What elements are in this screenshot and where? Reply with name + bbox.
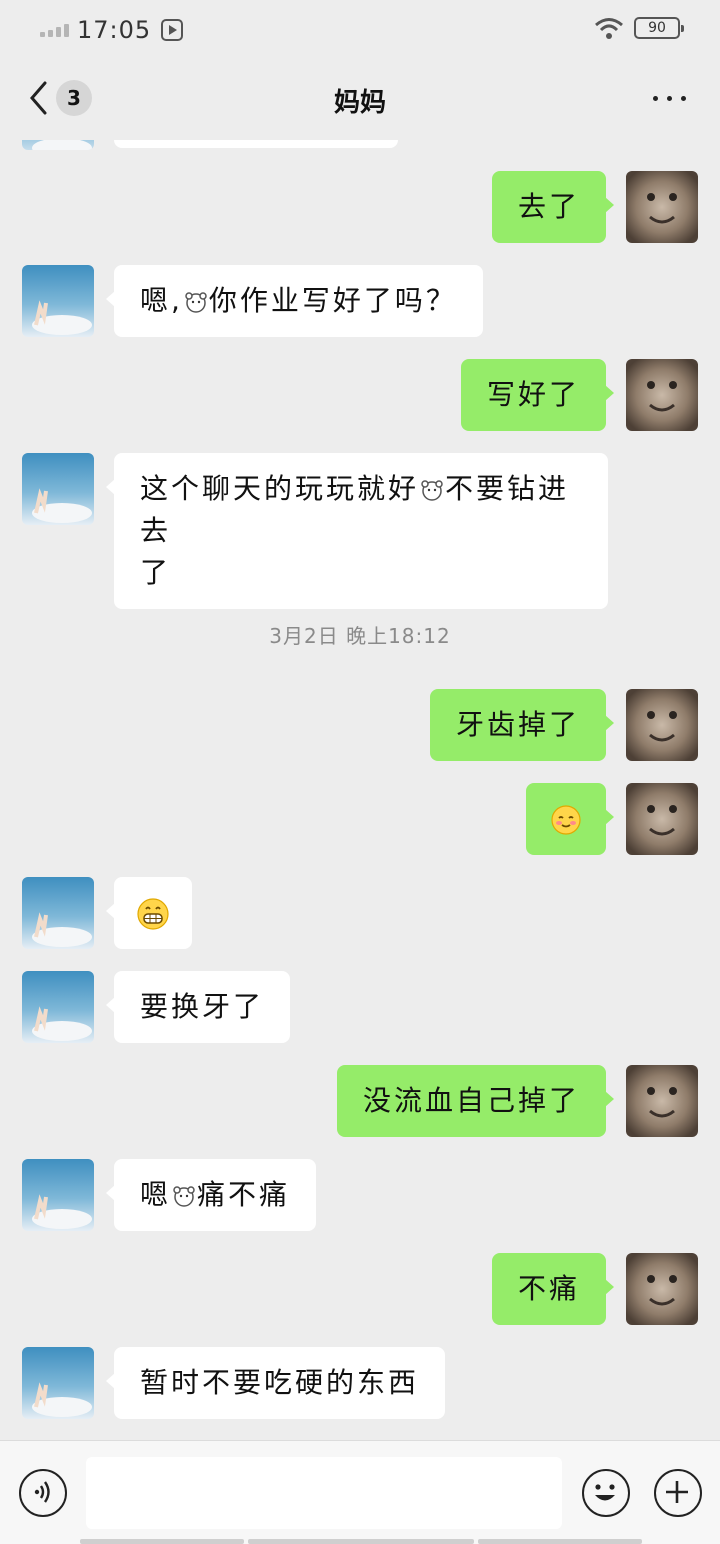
user-avatar[interactable] bbox=[626, 171, 698, 243]
contact-avatar[interactable] bbox=[22, 140, 94, 150]
sent-message-bubble[interactable] bbox=[526, 783, 614, 855]
message-list[interactable]: 去了 嗯, 你作业写好了吗？ 写好了 这个聊天的玩玩就好 不要钻进去了 3月2日 晚… bbox=[0, 140, 720, 1440]
received-message-bubble[interactable]: 嗯, 你作业写好了吗？ bbox=[106, 265, 483, 337]
contact-avatar[interactable] bbox=[22, 971, 94, 1043]
status-time: 17:05 bbox=[77, 16, 152, 44]
contact-avatar[interactable] bbox=[22, 1159, 94, 1231]
play-icon bbox=[161, 19, 184, 41]
user-avatar[interactable] bbox=[626, 689, 698, 761]
blush-emoji-icon bbox=[551, 805, 581, 835]
received-message-bubble[interactable]: 要换牙了 bbox=[105, 971, 291, 1043]
more-dots-icon bbox=[653, 96, 658, 101]
signal-icon bbox=[40, 23, 69, 37]
status-bar: 17:05 90 bbox=[0, 0, 720, 60]
bear-emoji-icon bbox=[173, 1186, 195, 1207]
more-button[interactable] bbox=[653, 96, 686, 101]
back-button[interactable]: 3 bbox=[28, 80, 92, 116]
bear-emoji-icon bbox=[185, 292, 207, 313]
sent-message-bubble[interactable]: 写好了 bbox=[460, 359, 615, 431]
emoji-button[interactable] bbox=[582, 1469, 630, 1517]
bear-emoji-icon bbox=[421, 480, 443, 501]
sent-message-bubble[interactable]: 牙齿掉了 bbox=[429, 689, 615, 761]
wifi-icon bbox=[595, 18, 623, 39]
sent-message-bubble[interactable]: 不痛 bbox=[491, 1253, 615, 1325]
contact-avatar[interactable] bbox=[22, 1347, 94, 1419]
message-bubble-partial bbox=[114, 140, 398, 148]
battery-indicator: 90 bbox=[634, 17, 684, 39]
grin-emoji-icon bbox=[137, 898, 169, 930]
contact-avatar[interactable] bbox=[22, 877, 94, 949]
message-input[interactable] bbox=[86, 1457, 562, 1529]
contact-avatar[interactable] bbox=[22, 265, 94, 337]
voice-button[interactable] bbox=[19, 1469, 67, 1517]
sent-message-bubble[interactable]: 没流血自己掉了 bbox=[336, 1065, 615, 1137]
plus-icon bbox=[666, 1481, 689, 1504]
emoji-icon bbox=[595, 1484, 616, 1501]
received-message-bubble[interactable] bbox=[106, 877, 192, 949]
received-message-bubble[interactable]: 暂时不要吃硬的东西 bbox=[105, 1347, 446, 1419]
user-avatar[interactable] bbox=[626, 359, 698, 431]
timestamp: 3月2日 晚上18:12 bbox=[269, 624, 451, 648]
sent-message-bubble[interactable]: 去了 bbox=[491, 171, 615, 243]
user-avatar[interactable] bbox=[626, 1253, 698, 1325]
input-bar bbox=[0, 1440, 720, 1544]
user-avatar[interactable] bbox=[626, 1065, 698, 1137]
plus-button[interactable] bbox=[654, 1469, 702, 1517]
unread-count-badge: 3 bbox=[56, 80, 92, 116]
chat-title: 妈妈 bbox=[333, 87, 386, 118]
received-message-bubble[interactable]: 嗯痛不痛 bbox=[105, 1159, 317, 1231]
received-message-bubble[interactable]: 这个聊天的玩玩就好 不要钻进去了 bbox=[106, 453, 608, 609]
voice-icon bbox=[35, 1481, 51, 1504]
chevron-left-icon bbox=[30, 81, 47, 115]
contact-avatar[interactable] bbox=[22, 453, 94, 525]
chat-header: 3 妈妈 bbox=[0, 60, 720, 140]
gesture-bar bbox=[80, 1539, 642, 1544]
user-avatar[interactable] bbox=[626, 783, 698, 855]
